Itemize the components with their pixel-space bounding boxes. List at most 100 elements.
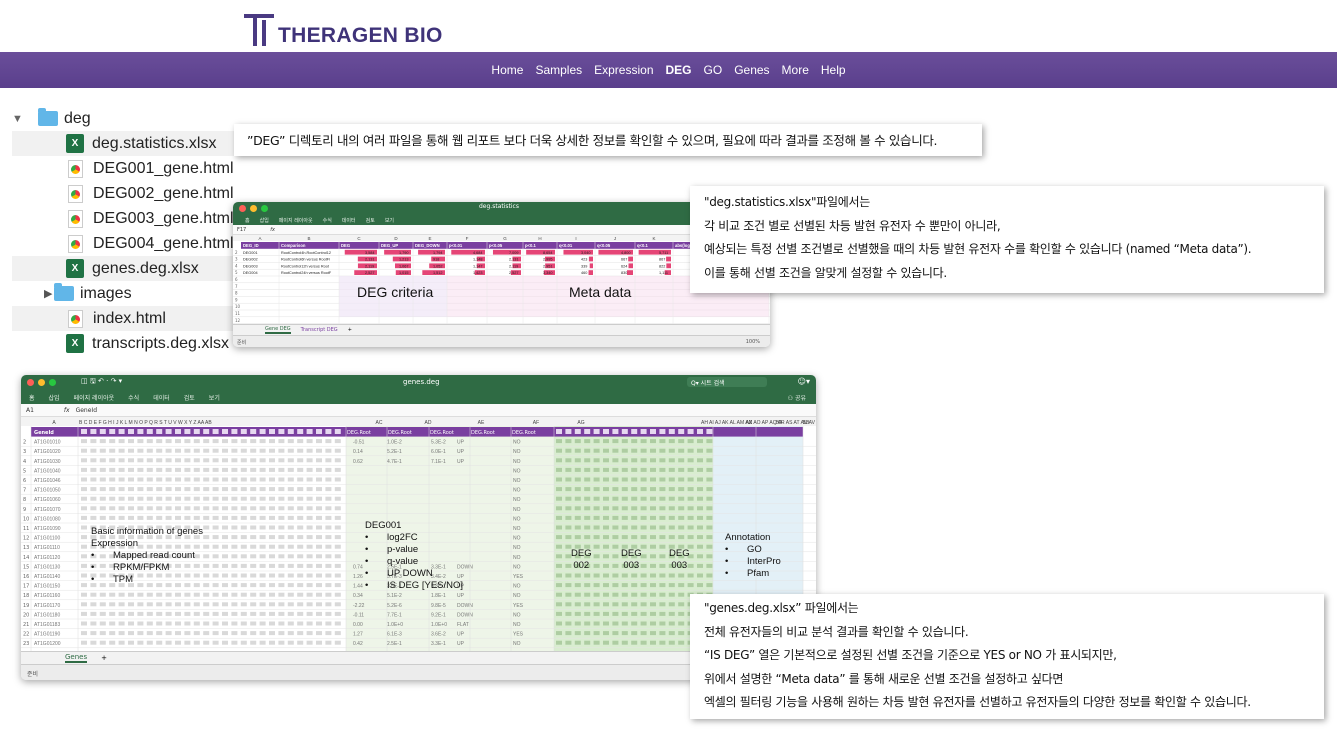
tree-item[interactable]: DEG003_gene.html — [12, 206, 252, 231]
stats-cell: 822 — [659, 264, 665, 268]
cell-reference[interactable]: F17 — [237, 227, 246, 233]
gene-id-cell: AT1G01070 — [34, 507, 61, 513]
collapsed-triangle-icon[interactable]: ▶ — [12, 287, 52, 300]
tree-item[interactable]: DEG004_gene.html — [12, 231, 252, 256]
annotation-deg001: DEG001 • log2FC • p-value • q-value • UP DOWN • I… — [365, 520, 463, 592]
ribbon-tab[interactable]: 수식 — [128, 393, 139, 402]
sheet-tab[interactable]: Transcript DEG — [301, 327, 338, 333]
genes-value-cell: 3.3E-1 — [431, 641, 446, 647]
ribbon-tab[interactable]: 삽입 — [49, 393, 60, 402]
tree-item[interactable]: index.html — [12, 306, 252, 331]
stats-cell: DEG001 — [243, 251, 258, 255]
ribbon-tab[interactable]: 데이터 — [153, 393, 170, 402]
tree-item[interactable]: Xtranscripts.deg.xlsx — [12, 331, 252, 356]
tree-item[interactable]: Xgenes.deg.xlsx — [12, 256, 252, 281]
ribbon-tab[interactable]: 보기 — [385, 217, 394, 224]
share-button[interactable]: ⚇ 공유 — [788, 393, 806, 402]
minimize-window-icon[interactable] — [250, 205, 257, 212]
tree-folder-deg[interactable]: ▼ deg — [12, 106, 252, 131]
gene-id-cell: AT1G01120 — [34, 555, 60, 561]
stats-header-cell: DEG_ID — [243, 243, 259, 248]
add-sheet-icon[interactable]: + — [101, 654, 107, 662]
close-window-icon[interactable] — [27, 379, 34, 386]
genes-header-deg: DEG.Root — [471, 430, 495, 436]
stats-cell: 918 — [433, 258, 439, 262]
sheet-search-input[interactable]: Q▾ 시트 검색 — [687, 377, 767, 387]
callout-line: 예상되는 특정 선별 조건별로 선별했을 때의 차등 발현 유전자 수를 확인할… — [704, 242, 1252, 256]
tree-item-label: images — [80, 284, 132, 302]
label-meta-data: Meta data — [569, 284, 632, 300]
nav-item-deg[interactable]: DEG — [666, 63, 692, 77]
stats-cell: 667 — [621, 258, 627, 262]
stats-cell: 1,052 — [433, 264, 443, 268]
tree-item[interactable]: ▶ images — [12, 281, 252, 306]
stats-cell: 2,527 — [509, 271, 519, 275]
zoom-level: 100% — [745, 339, 760, 345]
brand-logo[interactable]: THERAGEN BIO — [244, 10, 443, 48]
sheet-tab[interactable]: Genes — [65, 653, 88, 663]
nav-item-expression[interactable]: Expression — [594, 63, 653, 77]
excel-doc-title: deg.statistics — [479, 203, 519, 210]
genes-header-deg: DEG.Root — [388, 430, 412, 436]
filter-dropdown-icon — [584, 429, 591, 434]
nav-item-genes[interactable]: Genes — [734, 63, 769, 77]
close-window-icon[interactable] — [239, 205, 246, 212]
ribbon-tab[interactable]: 검토 — [366, 217, 375, 224]
ribbon-tab[interactable]: 홈 — [29, 393, 35, 402]
genes-value-cell: 3.6E-2 — [431, 632, 446, 638]
nav-item-help[interactable]: Help — [821, 63, 846, 77]
zoom-window-icon[interactable] — [49, 379, 56, 386]
tree-item[interactable]: DEG002_gene.html — [12, 181, 252, 206]
tree-item[interactable]: Xdeg.statistics.xlsx — [12, 131, 252, 156]
sheet-tab[interactable]: Gene DEG — [265, 326, 291, 334]
stats-cell: 2,951 — [543, 264, 553, 268]
tree-folder-label: deg — [64, 109, 91, 127]
bullet-icon: • — [365, 568, 369, 579]
gene-id-cell: AT1G01110 — [34, 545, 60, 551]
cell-reference[interactable]: A1 — [26, 407, 34, 414]
ribbon-tab[interactable]: 삽입 — [260, 217, 269, 224]
column-letter: BB — [803, 420, 810, 426]
formula-value[interactable]: GeneId — [76, 407, 97, 414]
expanded-triangle-icon[interactable]: ▼ — [12, 113, 24, 125]
row-number: 9 — [23, 507, 26, 513]
nav-item-go[interactable]: GO — [704, 63, 723, 77]
emoji-icon[interactable]: ☺▾ — [798, 377, 810, 386]
gene-id-cell: AT1G01190 — [34, 632, 60, 638]
gene-id-cell: AT1G01180 — [34, 612, 60, 618]
ribbon-tab[interactable]: 검토 — [184, 393, 195, 402]
gene-id-cell: AT1G01060 — [34, 497, 61, 503]
row-number: 11 — [235, 311, 241, 316]
filter-dropdown-icon — [565, 429, 572, 434]
callout-text: ”DEG” 디렉토리 내의 여러 파일을 통해 웹 리포트 보다 더욱 상세한 … — [247, 133, 938, 148]
genes-value-cell: 6.1E-3 — [387, 632, 402, 638]
stats-cell: 3,040 — [581, 251, 591, 255]
genes-value-cell: NO — [513, 516, 521, 522]
annotation-item-text: IS DEG [YES/NO] — [387, 580, 464, 591]
stats-cell: 830 — [621, 271, 627, 275]
ribbon-tab[interactable]: 보기 — [209, 393, 220, 402]
ribbon-tab[interactable]: 수식 — [323, 217, 332, 224]
bullet-icon: • — [725, 556, 729, 567]
ribbon-tab[interactable]: 페이지 레이아웃 — [74, 393, 115, 402]
row-number: 14 — [23, 555, 29, 561]
zoom-window-icon[interactable] — [261, 205, 268, 212]
add-sheet-icon[interactable]: + — [348, 327, 352, 333]
deg-column-label: DEG 003 — [669, 548, 690, 571]
ribbon-tab[interactable]: 데이터 — [342, 217, 356, 224]
nav-item-home[interactable]: Home — [491, 63, 523, 77]
annotation-item: • Pfam — [725, 568, 781, 580]
tree-item-label: genes.deg.xlsx — [92, 259, 199, 277]
tree-item[interactable]: DEG001_gene.html — [12, 156, 252, 181]
genes-value-cell: NO — [513, 584, 521, 590]
nav-item-more[interactable]: More — [782, 63, 809, 77]
stats-cell: 1,423 — [473, 271, 483, 275]
stats-header-cell: p<0.1 — [525, 243, 536, 248]
stats-cell: 3,584 — [365, 251, 375, 255]
row-number: 9 — [235, 297, 238, 302]
minimize-window-icon[interactable] — [38, 379, 45, 386]
ribbon-tab[interactable]: 홈 — [245, 217, 250, 224]
annotation-item-text: Pfam — [747, 568, 770, 579]
ribbon-tab[interactable]: 페이지 레이아웃 — [279, 217, 313, 224]
nav-item-samples[interactable]: Samples — [535, 63, 582, 77]
